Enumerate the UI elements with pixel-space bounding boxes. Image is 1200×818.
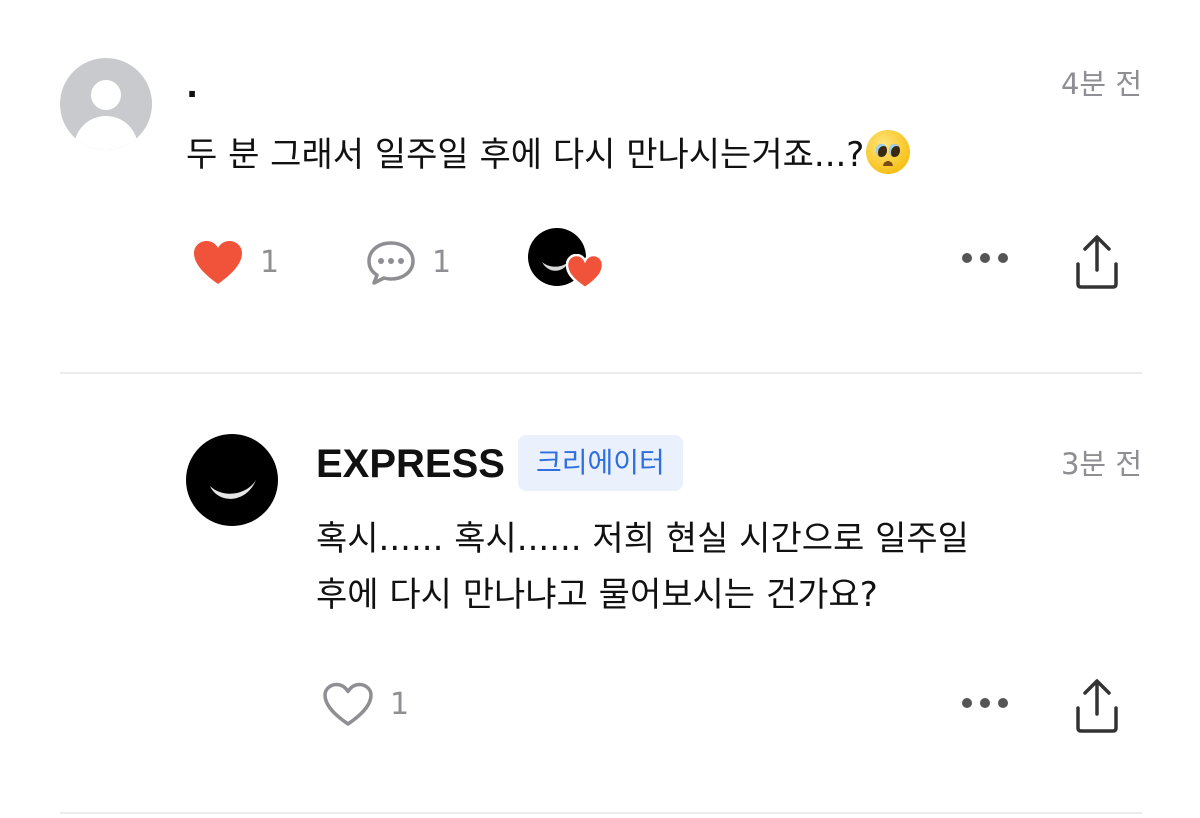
like-count: 1 bbox=[260, 245, 280, 280]
more-dots-icon bbox=[960, 250, 1010, 266]
more-dots-icon bbox=[960, 695, 1010, 711]
creator-badge: 크리에이터 bbox=[518, 435, 683, 491]
pleading-face-icon bbox=[866, 130, 911, 174]
comment-text-line-2: 후에 다시 만나냐고 물어보시는 건가요? bbox=[316, 575, 878, 615]
share-button[interactable] bbox=[1074, 678, 1120, 734]
username[interactable]: EXPRESS bbox=[316, 440, 505, 488]
more-button[interactable] bbox=[960, 250, 1010, 266]
timestamp: 3분 전 bbox=[1060, 447, 1142, 481]
avatar[interactable] bbox=[186, 434, 278, 526]
more-button[interactable] bbox=[960, 695, 1010, 711]
creator-heart-icon bbox=[565, 253, 605, 294]
heart-icon bbox=[192, 240, 244, 286]
share-button[interactable] bbox=[1074, 234, 1120, 290]
username[interactable]: . bbox=[186, 66, 198, 106]
default-avatar[interactable] bbox=[60, 58, 152, 150]
like-count: 1 bbox=[390, 687, 410, 722]
divider bbox=[60, 812, 1142, 814]
share-icon bbox=[1074, 234, 1120, 290]
like-button[interactable]: 1 bbox=[322, 682, 409, 728]
speech-bubble-icon bbox=[366, 240, 416, 286]
share-icon bbox=[1074, 678, 1120, 734]
comment-text: 두 분 그래서 일주일 후에 다시 만나시는거죠...? bbox=[186, 128, 911, 182]
comment-text-line-1: 혹시...... 혹시...... 저희 현실 시간으로 일주일 bbox=[316, 519, 969, 559]
comment-text-body: 두 분 그래서 일주일 후에 다시 만나시는거죠...? bbox=[186, 135, 865, 175]
like-button[interactable]: 1 bbox=[192, 240, 279, 286]
heart-outline-icon bbox=[322, 682, 374, 728]
reply-count: 1 bbox=[432, 245, 452, 280]
timestamp: 4분 전 bbox=[1060, 67, 1142, 101]
divider bbox=[60, 372, 1142, 374]
reply-button[interactable]: 1 bbox=[366, 240, 451, 286]
